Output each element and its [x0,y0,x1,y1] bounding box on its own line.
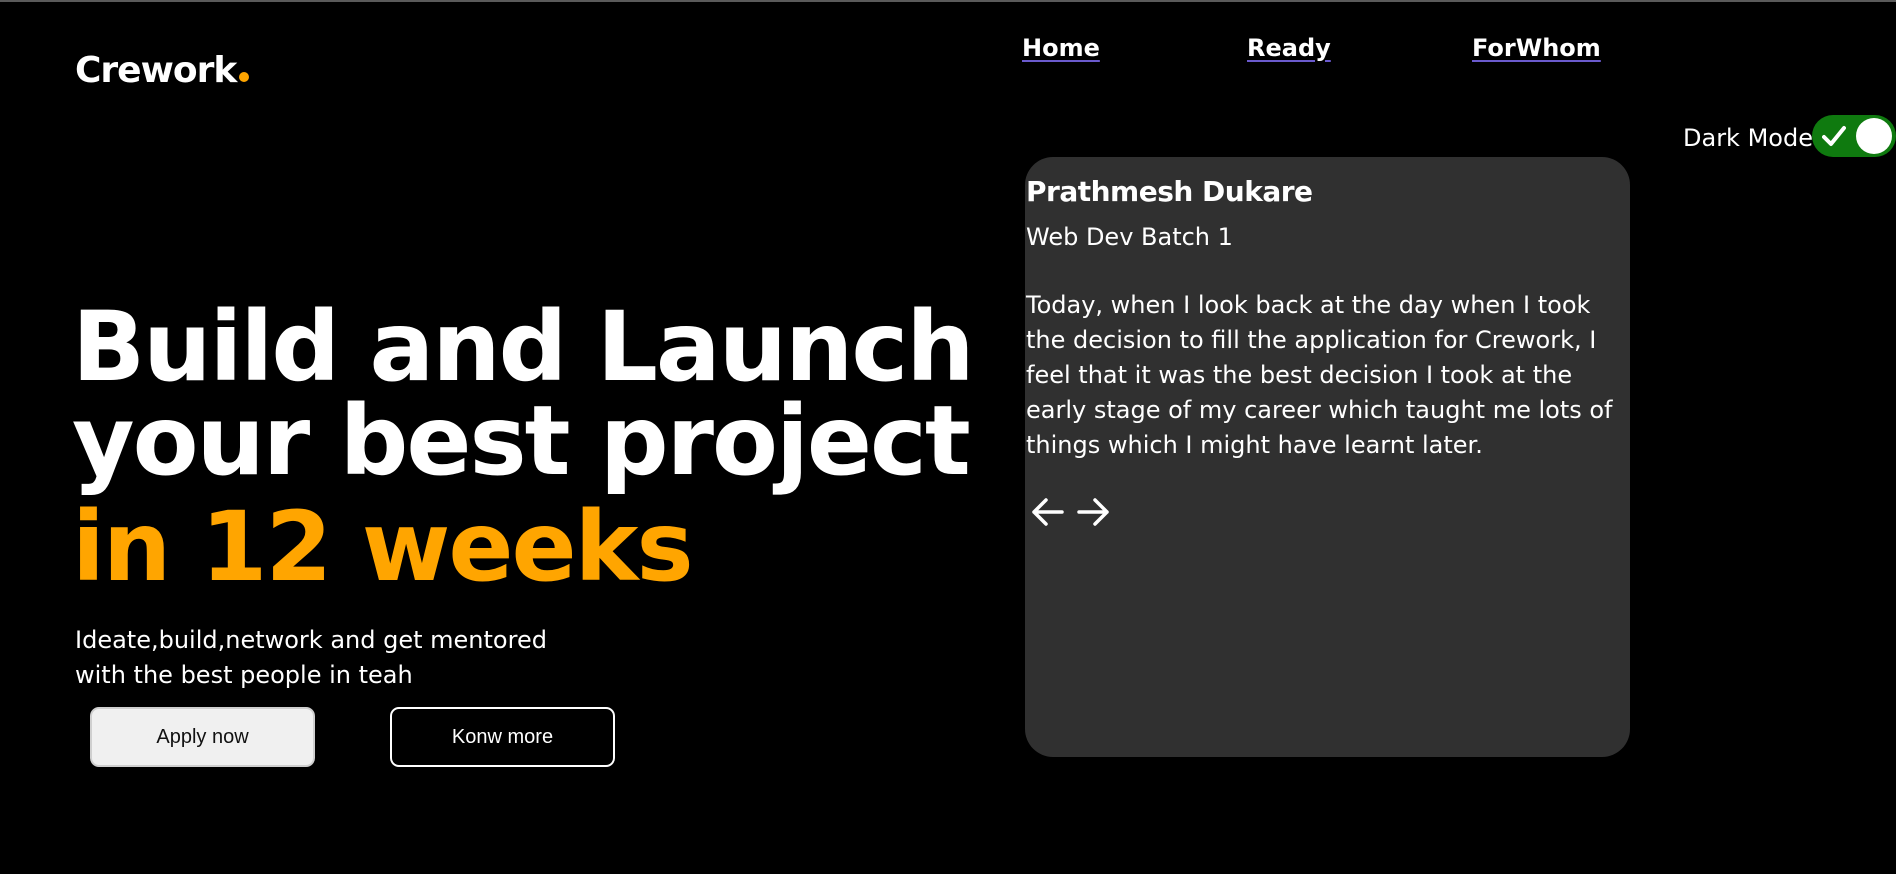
know-more-button[interactable]: Konw more [390,707,615,767]
testimonial-name: Prathmesh Dukare [1026,175,1313,208]
hero-subtitle: Ideate,build,network and get mentored wi… [75,626,547,689]
hero-title-line1: Build and Launch [72,291,975,403]
hero-title-accent: in 12 weeks [72,491,694,603]
apply-now-button[interactable]: Apply now [90,707,315,767]
hero-title: Build and Launch your best project in 12… [72,291,975,603]
dark-mode-toggle[interactable] [1812,115,1896,157]
logo-dot-icon [239,72,250,82]
nav-link-forwhom[interactable]: ForWhom [1472,34,1601,62]
testimonial-card: Prathmesh Dukare Web Dev Batch 1 Today, … [1025,157,1630,757]
logo-text: Crework [75,50,237,91]
hero-title-line2: your best project [72,385,971,497]
window-top-border [0,0,1896,2]
testimonial-quote: Today, when I look back at the day when … [1026,291,1613,459]
check-icon [1822,126,1846,146]
toggle-knob [1856,118,1892,154]
brand-logo[interactable]: Crework [75,50,250,91]
nav-link-home[interactable]: Home [1022,34,1100,62]
arrow-left-icon[interactable] [1028,492,1068,532]
nav-link-ready[interactable]: Ready [1247,34,1331,62]
testimonial-batch: Web Dev Batch 1 [1026,223,1233,251]
dark-mode-label: Dark Mode [1683,124,1813,152]
arrow-right-icon[interactable] [1073,492,1113,532]
